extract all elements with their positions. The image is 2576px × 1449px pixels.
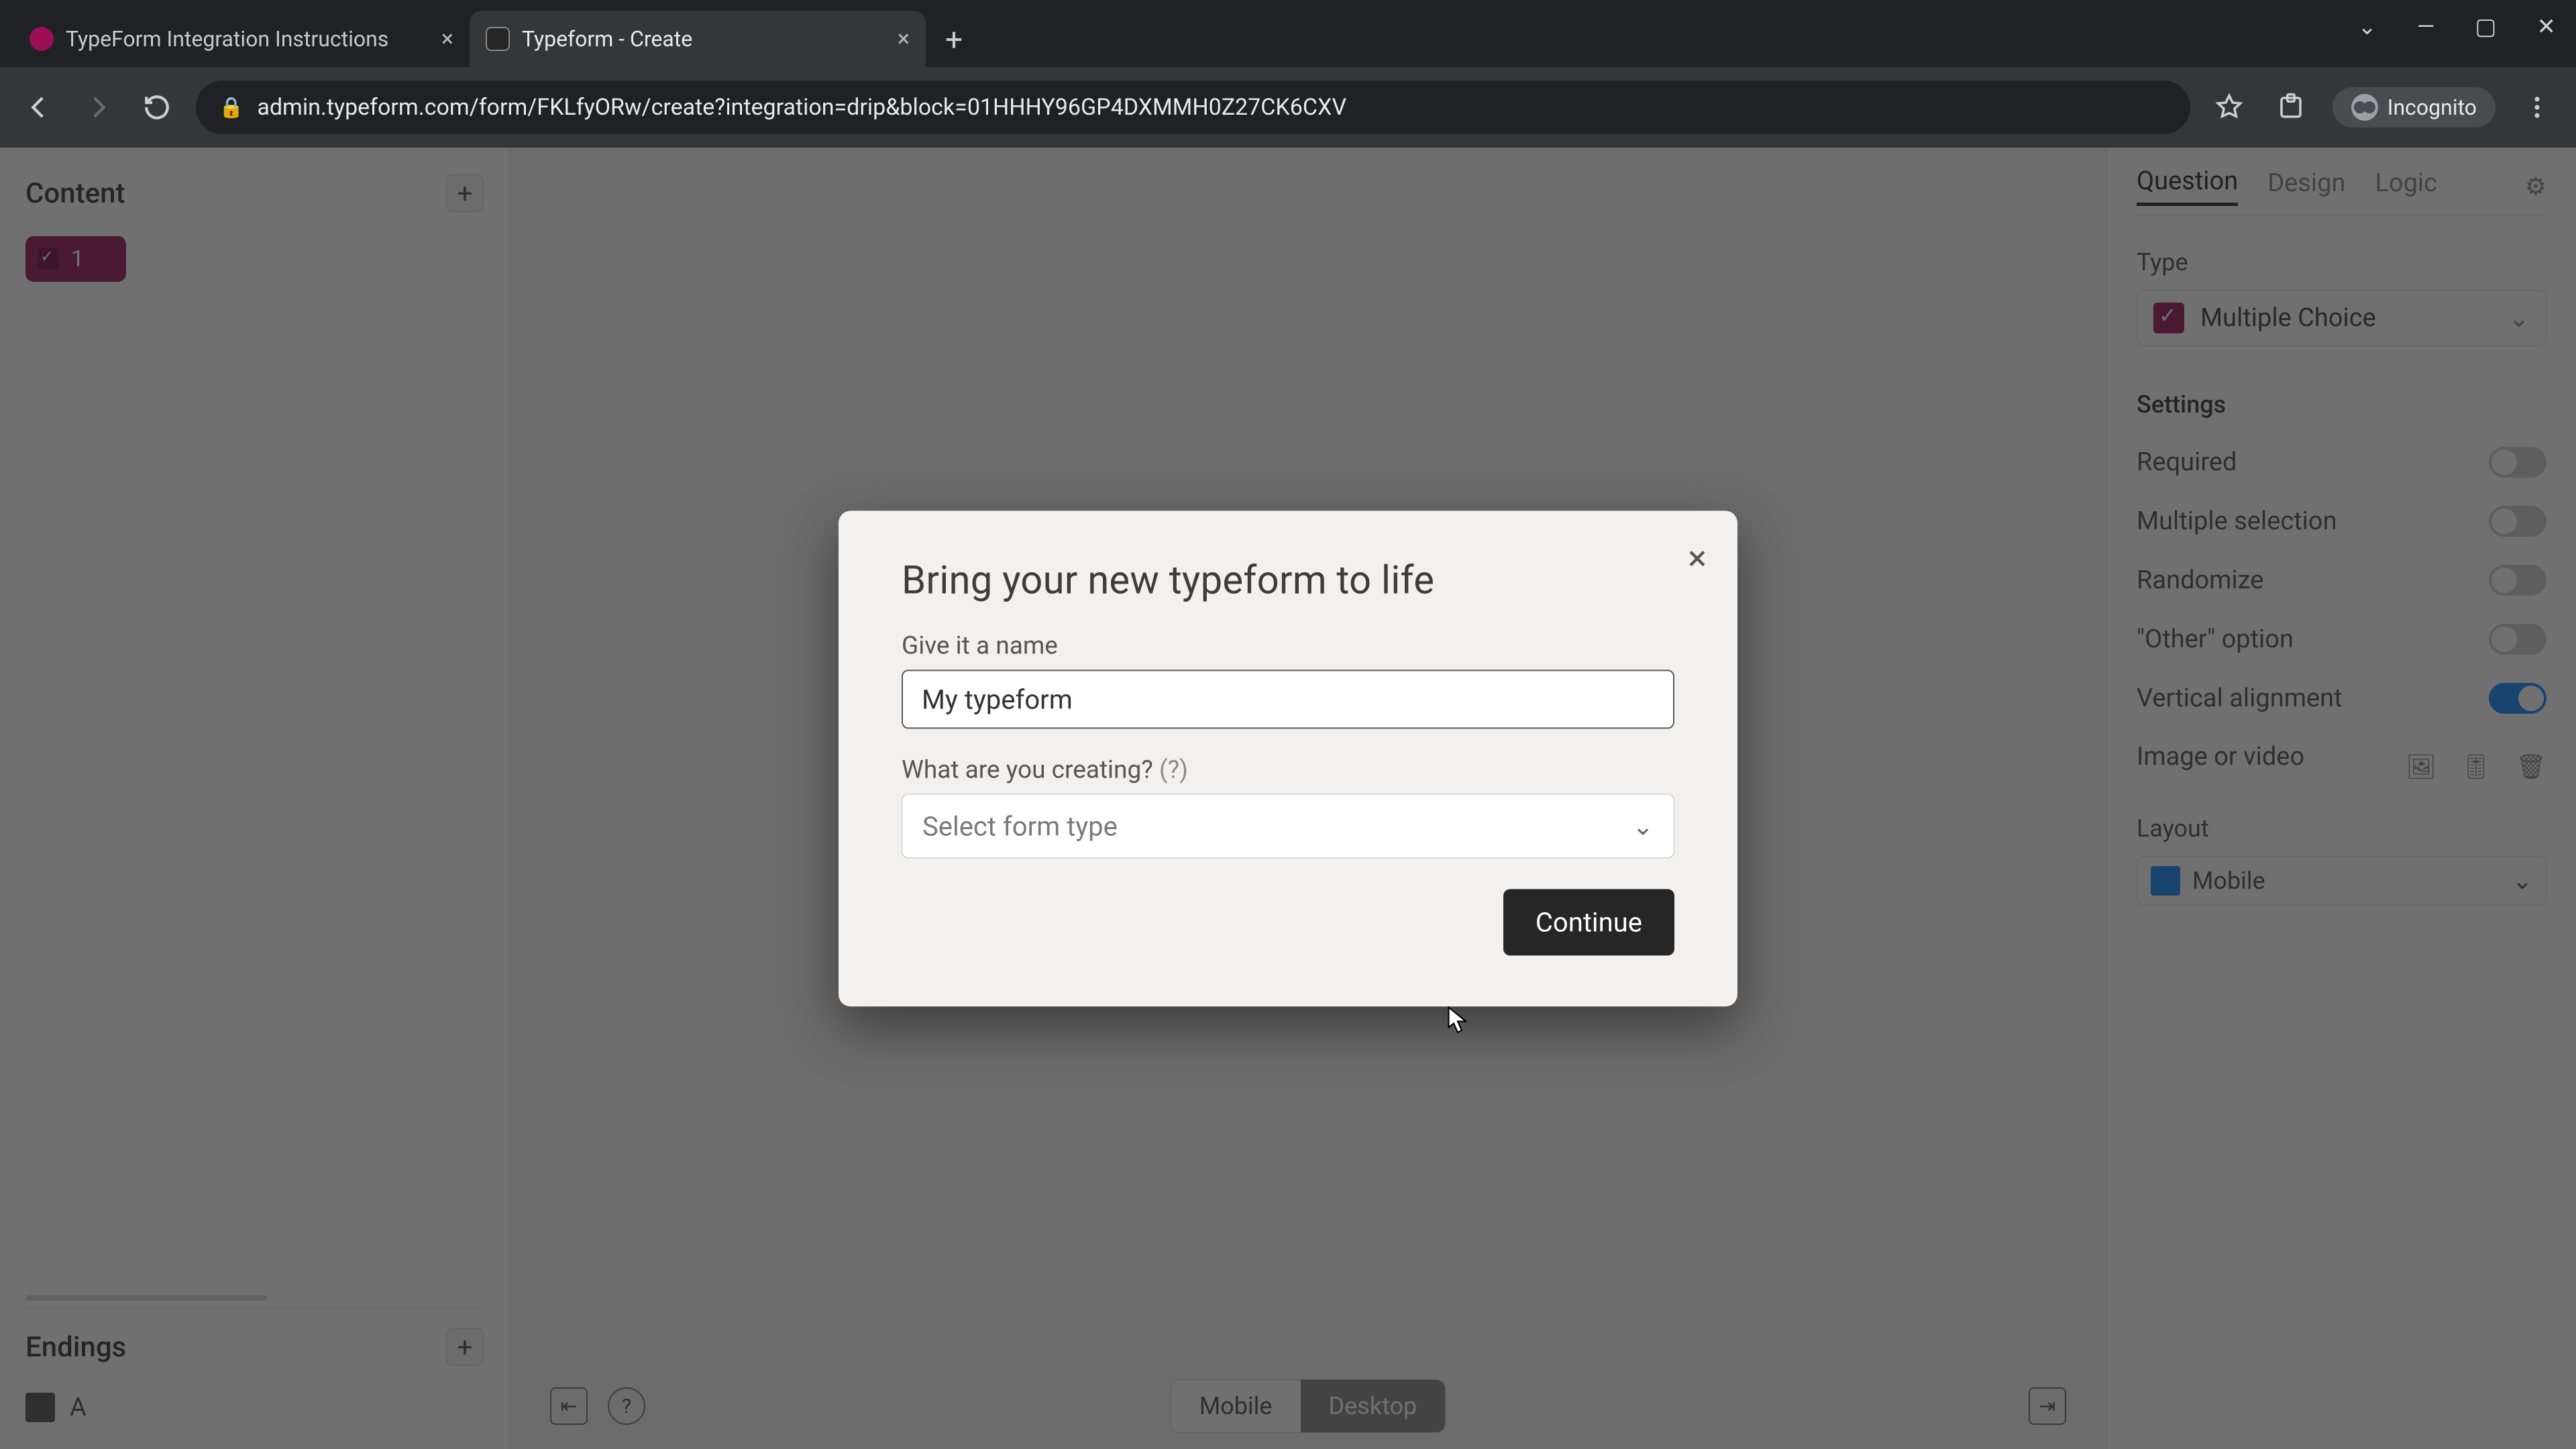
tabsearch-icon[interactable]: ⌄	[2357, 13, 2377, 40]
nav-forward-button[interactable]	[78, 87, 118, 127]
lock-icon: 🔒	[219, 96, 244, 119]
new-tab-button[interactable]: +	[932, 19, 975, 62]
close-window-icon[interactable]: ✕	[2537, 13, 2557, 40]
select-placeholder: Select form type	[922, 810, 1118, 842]
name-input[interactable]	[902, 669, 1674, 729]
type-label-text: What are you creating?	[902, 755, 1153, 784]
minimize-icon[interactable]: ―	[2417, 13, 2435, 40]
tab-title: Typeform - Create	[522, 26, 885, 52]
window-controls: ⌄ ― ▢ ✕	[2357, 13, 2556, 40]
tab-close-icon[interactable]: ×	[441, 25, 453, 52]
nav-back-button[interactable]	[19, 87, 59, 127]
form-type-select[interactable]: Select form type ⌄	[902, 794, 1674, 858]
address-bar[interactable]: 🔒 admin.typeform.com/form/FKLfyORw/creat…	[196, 80, 2190, 134]
chevron-down-icon: ⌄	[1632, 811, 1654, 841]
name-label: Give it a name	[902, 631, 1674, 660]
field-name: Give it a name	[902, 631, 1674, 729]
browser-tab-0[interactable]: TypeForm Integration Instructions ×	[13, 11, 470, 67]
app-viewport: Content + 1 Endings + A	[0, 148, 2576, 1449]
tab-close-icon[interactable]: ×	[898, 25, 910, 52]
bookmark-star-icon[interactable]	[2209, 87, 2249, 127]
modal-close-button[interactable]: ×	[1688, 537, 1707, 578]
browser-toolbar: 🔒 admin.typeform.com/form/FKLfyORw/creat…	[0, 67, 2576, 148]
browser-tab-1[interactable]: Typeform - Create ×	[470, 11, 926, 67]
type-label: What are you creating? (?)	[902, 755, 1674, 784]
modal-title: Bring your new typeform to life	[902, 557, 1674, 603]
help-icon[interactable]: (?)	[1159, 755, 1188, 784]
incognito-label: Incognito	[2387, 95, 2477, 120]
maximize-icon[interactable]: ▢	[2475, 13, 2496, 40]
extensions-icon[interactable]	[2271, 87, 2311, 127]
field-form-type: What are you creating? (?) Select form t…	[902, 755, 1674, 858]
browser-tabs: TypeForm Integration Instructions × Type…	[13, 11, 975, 67]
tab-favicon-icon	[486, 27, 510, 51]
browser-titlebar: TypeForm Integration Instructions × Type…	[0, 0, 2576, 67]
new-typeform-modal: × Bring your new typeform to life Give i…	[839, 511, 1737, 1006]
url-text: admin.typeform.com/form/FKLfyORw/create?…	[257, 94, 1346, 121]
tab-title: TypeForm Integration Instructions	[66, 26, 429, 52]
reload-button[interactable]	[137, 87, 177, 127]
browser-menu-icon[interactable]	[2517, 87, 2557, 127]
incognito-icon	[2351, 94, 2378, 121]
continue-button[interactable]: Continue	[1503, 889, 1674, 955]
tab-favicon-icon	[30, 27, 54, 51]
incognito-indicator[interactable]: Incognito	[2332, 87, 2496, 127]
